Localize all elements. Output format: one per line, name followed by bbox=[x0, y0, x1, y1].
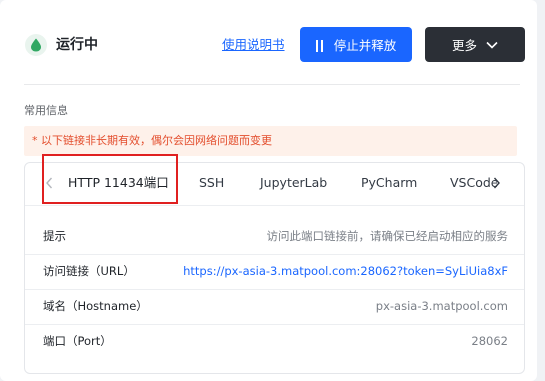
divider bbox=[24, 84, 520, 85]
row-label: 提示 bbox=[43, 229, 66, 243]
info-row-url: 访问链接（URL） https://px-asia-3.matpool.com:… bbox=[25, 254, 524, 289]
row-label: 域名（Hostname） bbox=[43, 299, 148, 313]
info-row-tip: 提示 访问此端口链接前，请确保已经启动相应的服务 bbox=[25, 219, 524, 254]
instance-card: 运行中 使用说明书 停止并释放 更多 常用信息 * 以下链接非长期有效，偶尔会因… bbox=[0, 0, 537, 381]
row-value: 访问此端口链接前，请确保已经启动相应的服务 bbox=[266, 229, 509, 243]
tab-jupyterlab[interactable]: JupyterLab bbox=[260, 175, 327, 191]
info-row-port: 端口（Port） 28062 bbox=[25, 324, 524, 359]
tab-bar: HTTP 11434端口 SSH JupyterLab PyCharm VSCo… bbox=[25, 163, 524, 206]
tab-pycharm[interactable]: PyCharm bbox=[361, 175, 417, 191]
stop-and-release-label: 停止并释放 bbox=[333, 38, 397, 53]
water-drop-icon bbox=[31, 38, 41, 52]
user-manual-link[interactable]: 使用说明书 bbox=[222, 37, 285, 53]
status-label: 运行中 bbox=[56, 37, 98, 53]
info-row-hostname: 域名（Hostname） px-asia-3.matpool.com bbox=[25, 289, 524, 324]
status-indicator bbox=[25, 34, 47, 56]
chevron-left-icon[interactable] bbox=[45, 175, 57, 191]
url-link[interactable]: https://px-asia-3.matpool.com:28062?toke… bbox=[183, 263, 508, 279]
stop-and-release-button[interactable]: 停止并释放 bbox=[300, 27, 412, 62]
tab-ssh[interactable]: SSH bbox=[199, 175, 224, 191]
row-value: 28062 bbox=[471, 334, 508, 348]
chevron-down-icon bbox=[486, 41, 498, 49]
row-label: 端口（Port） bbox=[43, 334, 112, 348]
notice-banner: * 以下链接非长期有效，偶尔会因网络问题而变更 bbox=[24, 126, 517, 156]
section-title: 常用信息 bbox=[24, 104, 68, 117]
tab-clip: VSCode bbox=[446, 163, 497, 205]
row-value: px-asia-3.matpool.com bbox=[375, 299, 508, 313]
tab-http-port[interactable]: HTTP 11434端口 bbox=[68, 175, 169, 191]
more-label: 更多 bbox=[451, 38, 477, 53]
more-button[interactable]: 更多 bbox=[425, 27, 525, 62]
row-label: 访问链接（URL） bbox=[43, 264, 135, 278]
tab-vscode[interactable]: VSCode bbox=[450, 175, 497, 191]
pause-icon bbox=[315, 37, 326, 52]
connection-panel: HTTP 11434端口 SSH JupyterLab PyCharm VSCo… bbox=[24, 162, 525, 374]
chevron-right-icon[interactable] bbox=[493, 175, 505, 191]
